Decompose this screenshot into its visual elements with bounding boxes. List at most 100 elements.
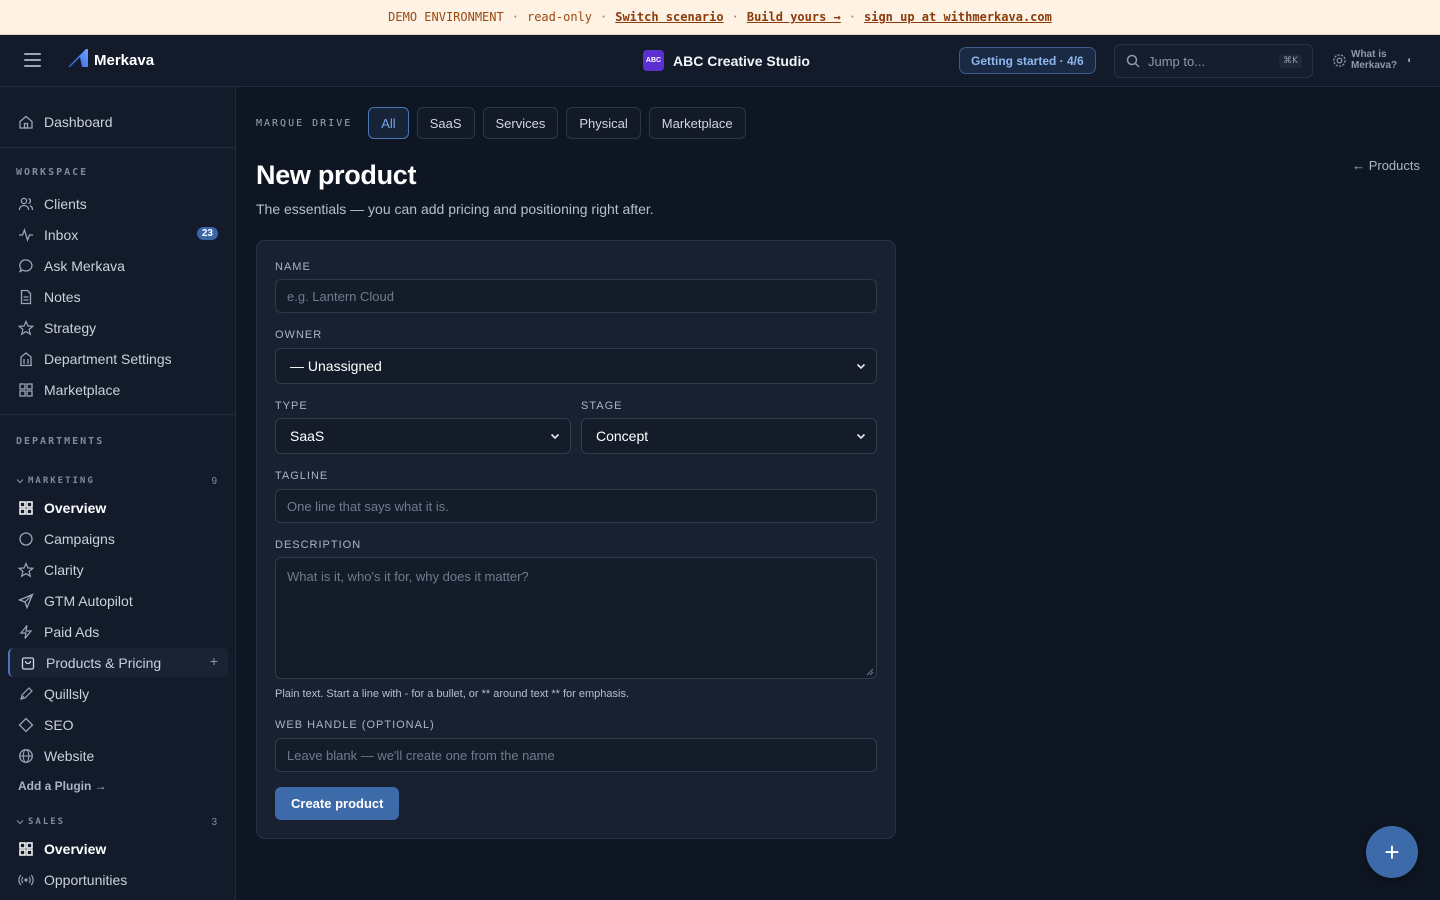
marketing-group-toggle[interactable]: MARKETING [16,476,95,486]
add-plugin-link[interactable]: Add a Plugin → [18,779,107,793]
chevron-down-icon [856,433,866,440]
org-switcher[interactable]: ABC ABC Creative Studio [643,50,810,71]
banner-separator: · [600,10,608,24]
org-name: ABC Creative Studio [673,52,810,69]
build-yours-link[interactable]: Build yours → [747,10,841,24]
sidebar-item-label: Ask Merkava [44,257,125,274]
sidebar-item-label: Website [44,747,95,764]
marketing-group-label: MARKETING [28,476,95,486]
globe-icon [18,748,34,764]
getting-started-button[interactable]: Getting started · 4/6 [959,47,1096,74]
name-input[interactable]: e.g. Lantern Cloud [275,279,877,313]
sidebar-item-website[interactable]: Website [8,741,228,770]
quick-add-button[interactable]: + [1366,826,1418,878]
filter-chip-all[interactable]: All [368,107,409,139]
jump-search-input[interactable]: Jump to... ⌘K [1114,44,1313,78]
signup-link[interactable]: sign up at withmerkava.com [864,10,1052,24]
demo-banner: DEMO ENVIRONMENT · read-only · Switch sc… [0,0,1440,35]
diamond-icon [18,717,34,733]
chevron-down-icon [550,433,560,440]
broadcast-icon [18,872,34,888]
sidebar-item-label: Marketplace [44,381,121,398]
sidebar-item-label: Campaigns [44,530,115,547]
switch-scenario-link[interactable]: Switch scenario [615,10,723,24]
sidebar-item-label: Quillsly [44,685,90,702]
lightning-icon [18,624,34,640]
web-handle-input[interactable]: Leave blank — we'll create one from the … [275,738,877,772]
filter-chip-saas[interactable]: SaaS [416,107,475,139]
filter-chip-marketplace[interactable]: Marketplace [648,107,746,139]
new-product-form: NAME e.g. Lantern Cloud OWNER — Unassign… [256,240,896,839]
shopping-bag-icon [20,655,36,671]
chevron-down-icon [16,820,24,825]
sidebar-item-marketplace[interactable]: Marketplace [8,375,228,404]
sidebar-item-sales-overview[interactable]: Overview [8,834,228,863]
sidebar-item-clients[interactable]: Clients [8,189,228,218]
what-is-merkava-label: What is Merkava? [1351,49,1398,71]
tagline-input[interactable]: One line that says what it is. [275,489,877,523]
product-type-filter: MARQUE DRIVE All SaaS Services Physical … [256,107,746,139]
sidebar-item-opportunities[interactable]: Opportunities [8,865,228,894]
stage-select[interactable]: Concept [581,418,877,454]
inbox-count-badge: 23 [196,227,218,240]
users-icon [18,196,34,212]
create-product-button[interactable]: Create product [275,787,400,820]
type-select[interactable]: SaaS [275,418,571,454]
description-hint: Plain text. Start a line with - for a bu… [275,688,630,700]
logo-text: Merkava [94,52,155,69]
demo-env-label: DEMO ENVIRONMENT [388,10,504,24]
read-only-label: read-only [526,10,592,24]
sidebar-item-products-pricing[interactable]: Products & Pricing + [8,648,228,677]
sidebar-item-strategy[interactable]: Strategy [8,313,228,342]
filter-chip-physical[interactable]: Physical [566,107,641,139]
banner-separator: · [511,10,519,24]
theme-toggle-icon[interactable]: ◐ [1407,55,1413,66]
star-icon [18,561,34,578]
type-value: SaaS [290,428,325,444]
tagline-placeholder: One line that says what it is. [287,498,449,514]
sidebar-item-department-settings[interactable]: Department Settings [8,344,228,373]
hamburger-menu-icon[interactable] [24,53,41,67]
back-to-products-link[interactable]: ← Products [1352,158,1420,173]
sales-group-toggle[interactable]: SALES [16,817,65,827]
banner-separator: · [731,10,739,24]
gear-icon [1333,53,1346,67]
logo[interactable]: Merkava [68,47,154,69]
filter-chip-services[interactable]: Services [482,107,559,139]
sidebar-item-dashboard[interactable]: Dashboard [8,107,228,136]
resize-grip-icon[interactable] [866,668,874,676]
grid-icon [18,841,34,857]
sidebar-item-ask-merkava[interactable]: Ask Merkava [8,251,228,280]
sidebar-item-clarity[interactable]: Clarity [8,555,228,584]
sidebar-item-notes[interactable]: Notes [8,282,228,311]
sidebar-item-marketing-overview[interactable]: Overview [8,493,228,522]
sidebar-item-seo[interactable]: SEO [8,710,228,739]
what-is-merkava-button[interactable]: What is Merkava? ◐ [1332,49,1413,71]
chevron-down-icon [856,363,866,370]
filter-label: MARQUE DRIVE [256,117,353,129]
add-product-icon[interactable]: + [210,653,218,669]
star-icon [18,319,34,336]
description-label: DESCRIPTION [275,539,362,551]
send-icon [18,592,34,609]
name-placeholder: e.g. Lantern Cloud [287,288,394,304]
home-icon [18,114,34,130]
owner-select[interactable]: — Unassigned [275,348,877,384]
circle-icon [18,531,34,547]
sidebar-item-label: Products & Pricing [46,654,162,671]
grid-icon [18,382,34,398]
sidebar-item-gtm-autopilot[interactable]: GTM Autopilot [8,586,228,615]
sidebar-item-campaigns[interactable]: Campaigns [8,524,228,553]
search-shortcut: ⌘K [1279,54,1302,68]
stage-value: Concept [596,428,649,444]
sidebar-item-label: Notes [44,288,81,305]
description-textarea[interactable]: What is it, who's it for, why does it ma… [275,557,877,679]
divider [0,147,235,148]
sidebar-item-paid-ads[interactable]: Paid Ads [8,617,228,646]
pen-icon [18,686,34,702]
sales-group-count: 3 [211,817,217,828]
sidebar-item-quillsly[interactable]: Quillsly [8,679,228,708]
chevron-down-icon [16,479,24,484]
top-bar: Merkava ABC ABC Creative Studio Getting … [0,35,1440,87]
sidebar-item-inbox[interactable]: Inbox 23 [8,220,228,249]
